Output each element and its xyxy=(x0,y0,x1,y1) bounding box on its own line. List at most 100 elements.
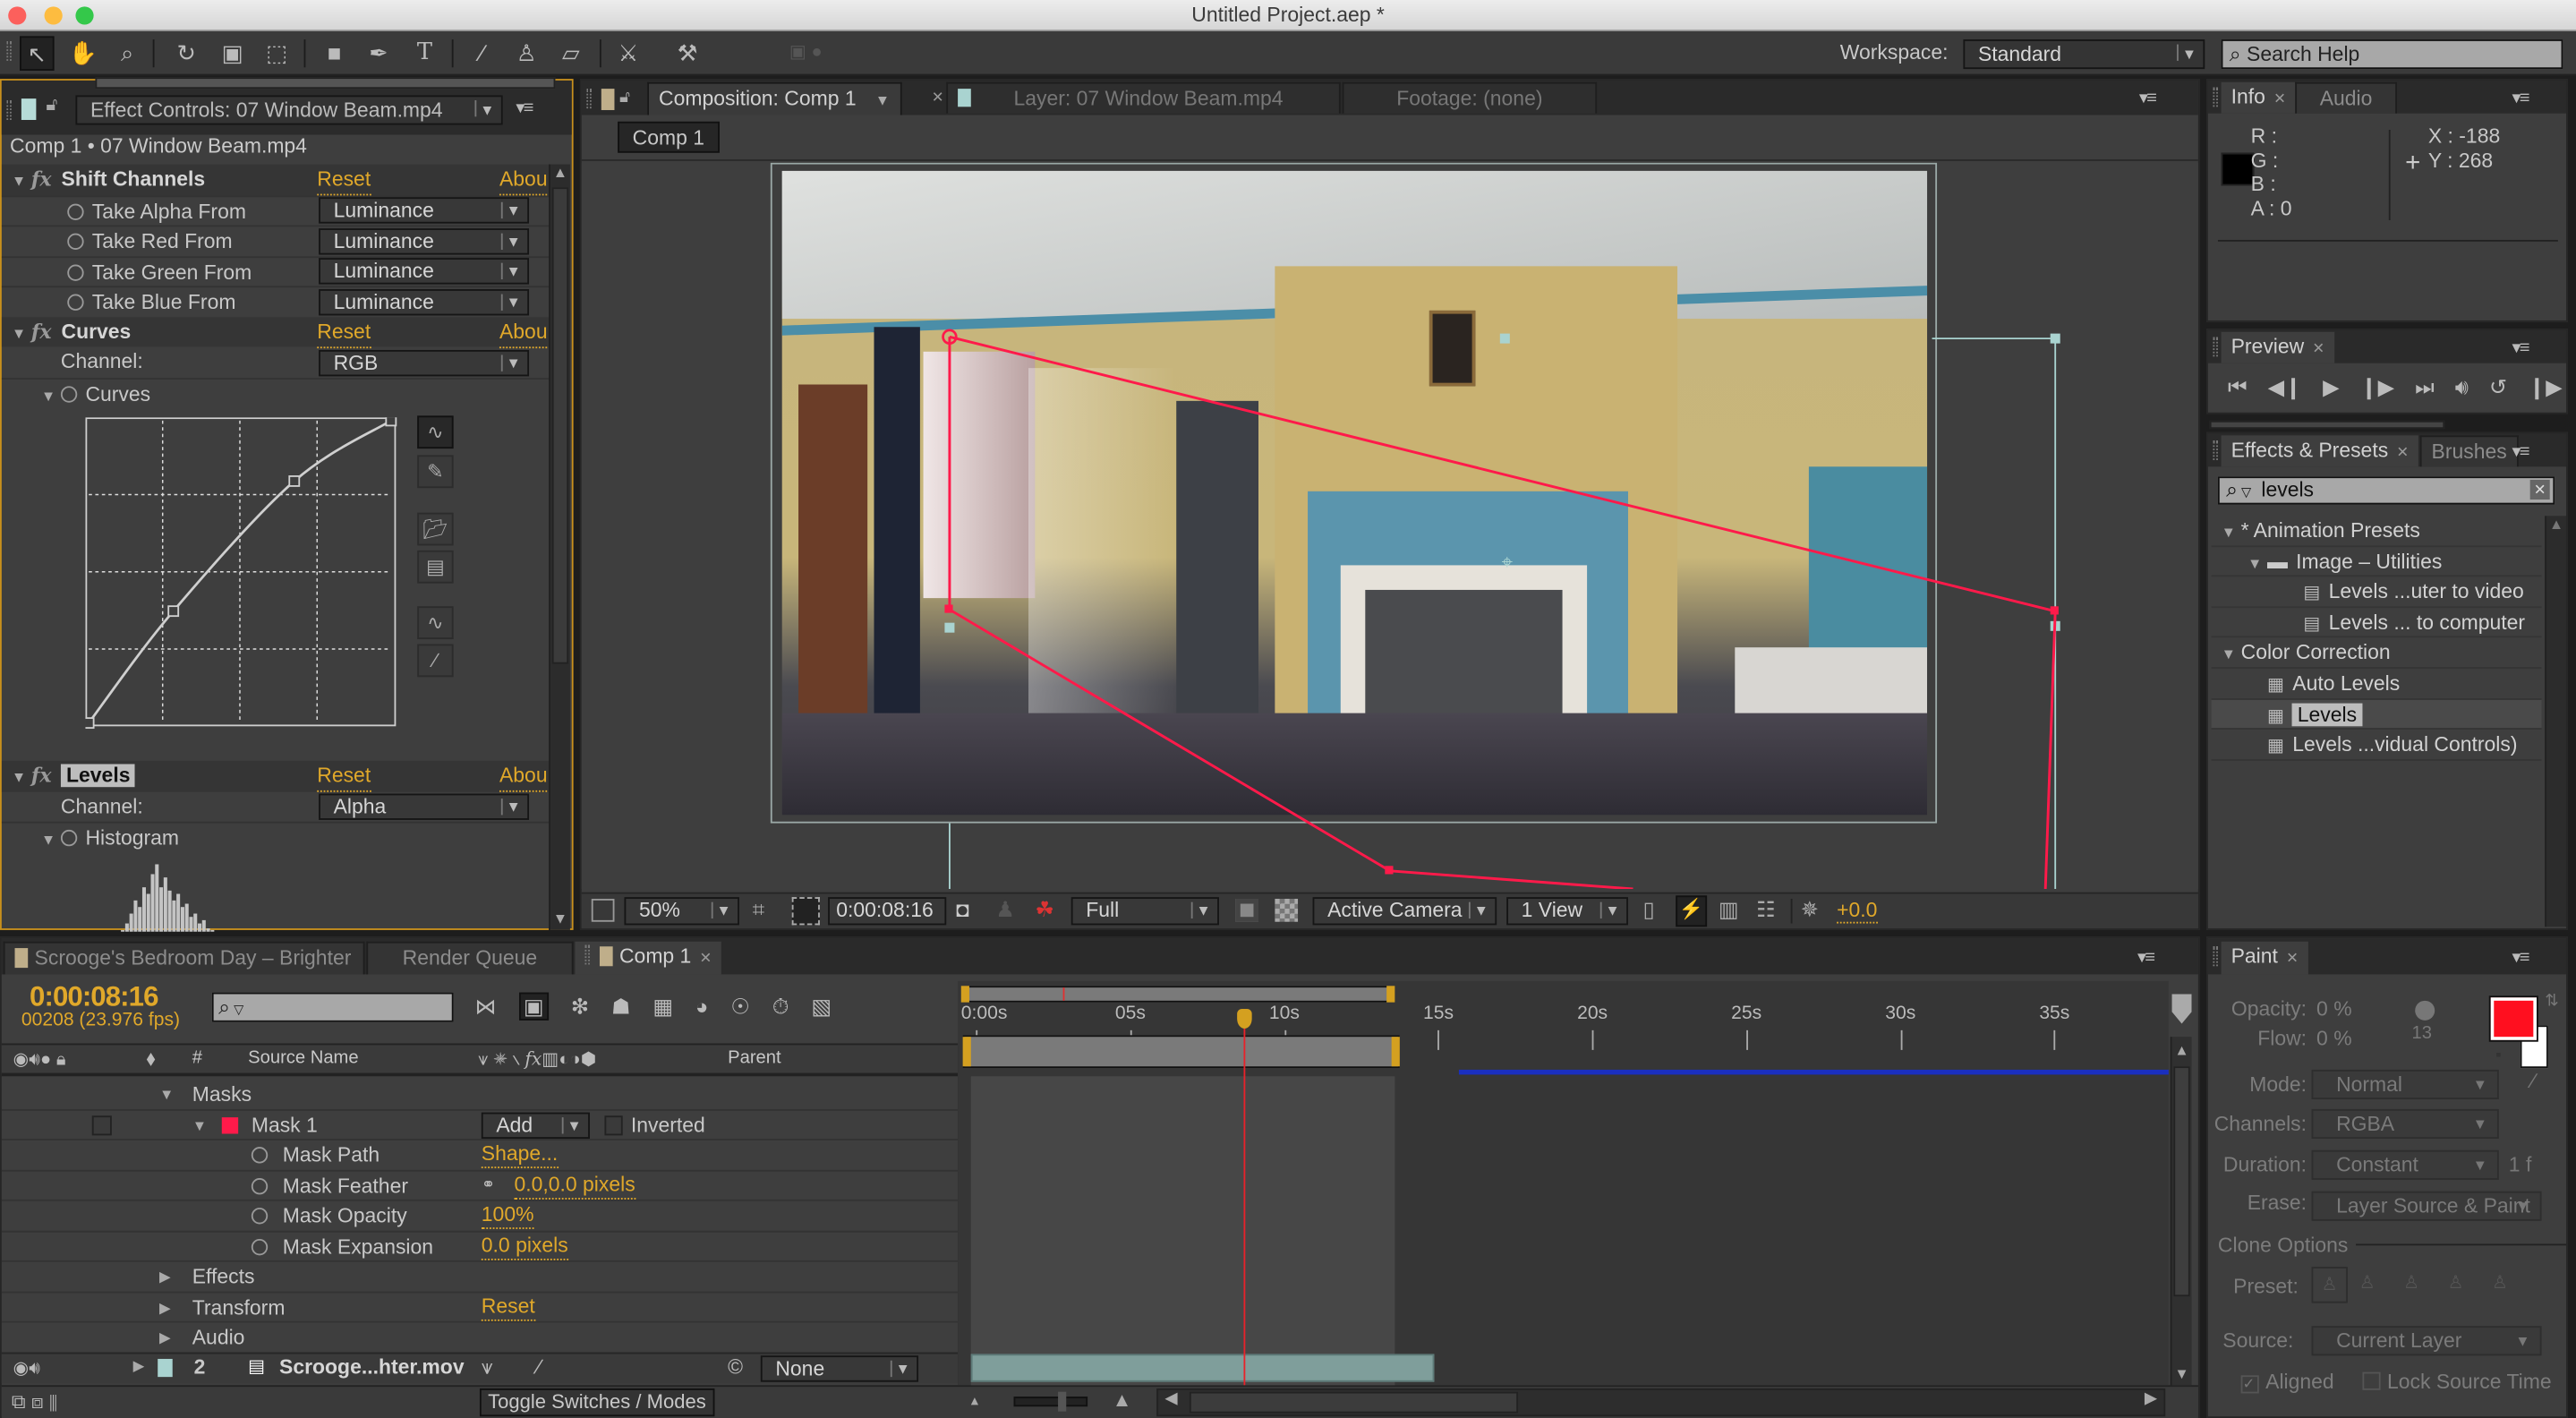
transparency-grid-icon[interactable] xyxy=(1275,899,1299,922)
timeline-property-row[interactable]: ▶ Effects xyxy=(1,1262,959,1293)
erase-select[interactable]: Layer Source & Paint ▼ xyxy=(2311,1191,2542,1221)
live-update-icon[interactable]: ▣ xyxy=(518,992,549,1021)
view-layout-select[interactable]: 1 View ▼ xyxy=(1506,897,1628,926)
stopwatch-icon[interactable] xyxy=(60,385,78,402)
take-blue-select[interactable]: Luminance ▼ xyxy=(319,288,530,315)
scroll-thumb[interactable] xyxy=(1189,1391,1519,1414)
loop-icon[interactable]: ↺ xyxy=(2489,374,2507,399)
levels-about-link[interactable]: Abou xyxy=(499,761,548,792)
stopwatch-icon[interactable] xyxy=(67,294,84,311)
layer-label-color[interactable] xyxy=(158,1358,173,1378)
panel-menu-icon[interactable]: ▾≡ xyxy=(516,97,533,118)
always-preview-icon[interactable] xyxy=(591,899,615,922)
property-value[interactable]: Reset xyxy=(481,1294,535,1320)
timeline-property-row[interactable]: Mask Expansion 0.0 pixels xyxy=(1,1232,959,1262)
brush-tip-icon[interactable] xyxy=(2415,1000,2435,1021)
mode-select[interactable]: Normal ▼ xyxy=(2311,1069,2499,1099)
effects-tree-item[interactable]: ▦ Levels xyxy=(2211,699,2542,730)
shift-channels-about-link[interactable]: Abou xyxy=(499,165,548,196)
effects-tree-item[interactable]: ▼ * Animation Presets xyxy=(2211,516,2542,547)
shy-layers-icon[interactable]: ☗ xyxy=(611,994,630,1019)
shy-switch-icon[interactable]: ⩛ xyxy=(482,1355,493,1380)
constrain-proportions-icon[interactable]: ⚭ xyxy=(482,1171,495,1201)
duration-select[interactable]: Constant ▼ xyxy=(2311,1149,2499,1180)
column-parent[interactable]: Parent xyxy=(728,1048,781,1068)
panel-resize-bar[interactable] xyxy=(95,77,556,90)
expand-panes-icons[interactable]: ⧉ ⧈ ⦀ xyxy=(12,1390,57,1415)
exposure-value[interactable]: +0.0 xyxy=(1837,899,1878,924)
take-alpha-select[interactable]: Luminance ▼ xyxy=(319,197,530,224)
mask-vertex[interactable] xyxy=(2050,606,2059,615)
lock-source-time-checkbox[interactable]: Lock Source Time xyxy=(2362,1371,2552,1394)
fx-icon[interactable]: fx xyxy=(31,167,52,191)
panel-menu-icon[interactable]: ▾≡ xyxy=(2512,87,2529,108)
levels-reset-link[interactable]: Reset xyxy=(317,761,371,792)
timeline-horizontal-scrollbar[interactable]: ◀ ▶ xyxy=(1156,1388,2166,1417)
effects-scrollbar[interactable]: ▲ xyxy=(2545,516,2567,927)
current-time-display[interactable]: 0:00:08:16 xyxy=(828,897,947,926)
scroll-thumb[interactable] xyxy=(551,187,569,664)
timeline-current-time[interactable]: 0:00:08:16 xyxy=(30,981,158,1014)
column-number[interactable]: # xyxy=(192,1048,202,1068)
camera-view-select[interactable]: Active Camera ▼ xyxy=(1312,897,1497,926)
levels-channel-select[interactable]: Alpha ▼ xyxy=(319,793,530,820)
timeline-property-row[interactable]: ▶ Audio xyxy=(1,1323,959,1354)
panel-menu-icon[interactable]: ▾≡ xyxy=(2139,87,2157,108)
selection-tool-icon[interactable]: ↖ xyxy=(20,36,55,71)
rectangle-tool-icon[interactable]: ■ xyxy=(317,36,352,71)
comp-mini-flowchart-icon[interactable]: ⋈ xyxy=(474,994,496,1019)
brainstorm-icon[interactable]: ☉ xyxy=(730,994,749,1019)
twirl-open-icon[interactable]: ▼ xyxy=(159,1080,174,1110)
tab-info[interactable]: Info ✕ xyxy=(2221,81,2296,114)
effect-shift-channels[interactable]: ▼ fx Shift Channels xyxy=(1,164,550,195)
twirl-open-icon[interactable]: ▼ xyxy=(2248,548,2267,578)
playhead[interactable] xyxy=(1242,1013,1245,1386)
curves-channel-select[interactable]: RGB ▼ xyxy=(319,349,530,376)
twirl-closed-icon[interactable]: ▶ xyxy=(133,1357,145,1375)
curves-reset-link[interactable]: Reset xyxy=(317,316,371,348)
effect-curves[interactable]: ▼ fx Curves xyxy=(1,316,550,347)
zoom-slider[interactable] xyxy=(1013,1391,1088,1412)
label-tag-icon[interactable]: ⬧ xyxy=(146,1046,155,1072)
timeline-vertical-scrollbar[interactable]: ▲ ▼ xyxy=(2170,1037,2192,1386)
swap-colors-icon[interactable]: ⇅ xyxy=(2545,993,2558,1011)
previous-frame-icon[interactable]: ◀❙ xyxy=(2268,374,2302,399)
mask-lock-toggle[interactable] xyxy=(91,1115,112,1135)
effects-tree-item[interactable]: ▤ Levels ...uter to video xyxy=(2211,577,2542,608)
twirl-open-icon[interactable]: ▼ xyxy=(192,1110,207,1140)
stopwatch-icon[interactable] xyxy=(251,1147,269,1164)
curve-control-point[interactable] xyxy=(385,417,397,427)
clear-search-icon[interactable]: ✕ xyxy=(2529,479,2550,500)
first-frame-icon[interactable]: ⏮︎ xyxy=(2228,374,2247,399)
hand-tool-icon[interactable]: ✋ xyxy=(65,36,100,71)
roto-brush-tool-icon[interactable]: ⚔ xyxy=(611,36,646,71)
stopwatch-icon[interactable] xyxy=(251,1177,269,1194)
tab-render-queue[interactable]: Render Queue xyxy=(366,941,574,975)
snapshot-camera-icon[interactable]: ◘ xyxy=(956,897,968,922)
effects-tree-item[interactable]: ▼ ▬ Image – Utilities xyxy=(2211,546,2542,578)
take-green-select[interactable]: Luminance ▼ xyxy=(319,258,530,285)
aligned-checkbox[interactable]: ✓ Aligned xyxy=(2240,1371,2334,1394)
stopwatch-icon[interactable] xyxy=(67,263,84,280)
pick-whip-icon[interactable]: © xyxy=(728,1355,743,1379)
opacity-value[interactable]: 0 % xyxy=(2316,997,2352,1021)
effects-tree-item[interactable]: ▦ Levels ...vidual Controls) xyxy=(2211,730,2542,761)
mask-path-segment[interactable] xyxy=(949,335,2057,890)
rotation-tool-icon[interactable]: ↻ xyxy=(169,36,204,71)
search-help-input[interactable]: ⌕ Search Help xyxy=(2221,39,2563,70)
work-area-start-handle[interactable] xyxy=(962,1037,971,1067)
camera-tool-icon[interactable]: ▣ xyxy=(215,36,250,71)
magnification-select[interactable]: 50% ▼ xyxy=(624,897,739,926)
tab-paint[interactable]: Paint ✕ xyxy=(2221,941,2308,975)
property-value[interactable]: Shape... xyxy=(481,1142,559,1169)
channels-select[interactable]: RGBA ▼ xyxy=(2311,1108,2499,1140)
zoom-tool-icon[interactable]: ⌕ xyxy=(110,36,145,71)
foreground-color-swatch[interactable] xyxy=(2488,995,2538,1042)
work-area-bar[interactable] xyxy=(962,1035,1400,1069)
puppet-pin-tool-icon[interactable]: ⚒ xyxy=(670,36,705,71)
anchor-handle[interactable] xyxy=(1499,333,1510,344)
eyedropper-icon[interactable]: ∕ xyxy=(2532,1070,2536,1093)
pan-behind-tool-icon[interactable]: ⬚ xyxy=(260,36,294,71)
frame-blending-icon[interactable]: ▦ xyxy=(653,994,673,1019)
toggle-pixel-aspect-icon[interactable]: ▯ xyxy=(1643,897,1655,923)
